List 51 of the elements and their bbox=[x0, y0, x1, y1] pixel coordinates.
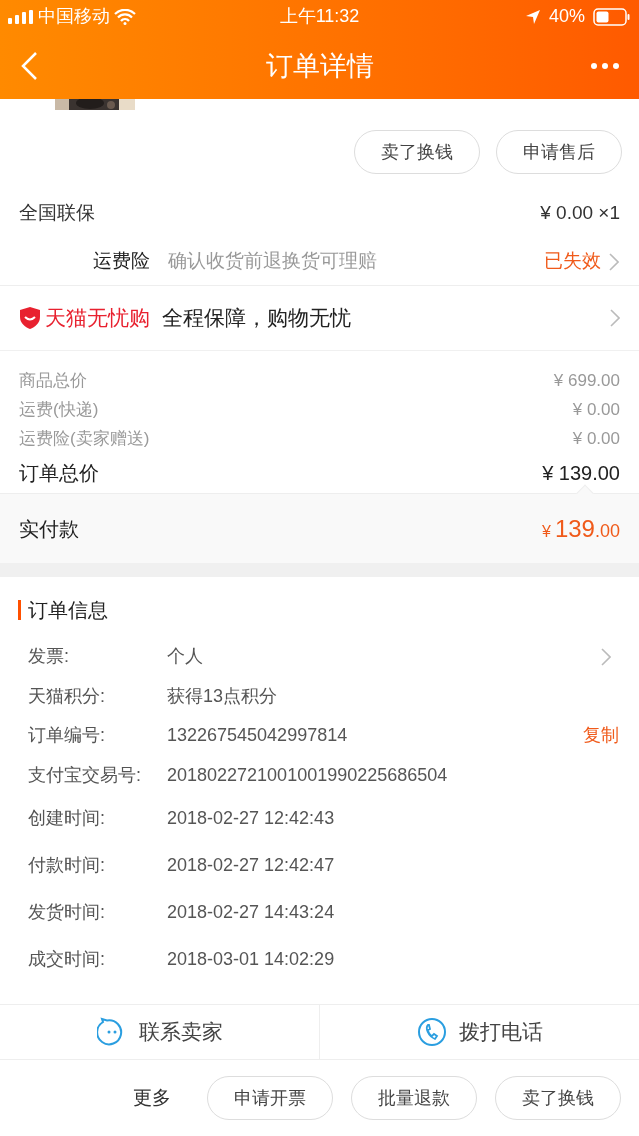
price-value: ¥ 0.00 bbox=[572, 398, 620, 421]
guarantee-slogan: 全程保障，购物无忧 bbox=[162, 305, 352, 332]
info-label: 创建时间: bbox=[28, 807, 106, 830]
copy-button[interactable]: 复制 bbox=[583, 722, 619, 750]
phone-icon bbox=[416, 1017, 447, 1047]
contact-button[interactable]: 联系卖家 bbox=[0, 1005, 319, 1059]
warranty-price: ¥ 0.00 ×1 bbox=[540, 200, 620, 225]
location-arrow-icon bbox=[525, 8, 541, 25]
insurance-status: 已失效 bbox=[544, 249, 601, 274]
info-label: 发票: bbox=[28, 645, 70, 669]
info-label: 付款时间: bbox=[28, 854, 106, 877]
shield-icon bbox=[19, 306, 41, 330]
info-value: 2018022721001001990225686504 bbox=[167, 763, 449, 787]
info-label: 支付宝交易号: bbox=[28, 763, 142, 787]
info-label: 订单编号: bbox=[28, 724, 106, 748]
paid-label: 实付款 bbox=[19, 516, 79, 542]
clock-time: 上午11:32 bbox=[278, 5, 361, 28]
wifi-icon bbox=[114, 8, 136, 25]
info-value: 132267545042997814 bbox=[167, 724, 349, 748]
battery-percent: 40% bbox=[549, 5, 585, 28]
signal-icon bbox=[8, 9, 34, 24]
info-value: 获得13点积分 bbox=[167, 684, 279, 708]
section-title: 订单信息 bbox=[28, 598, 108, 623]
info-label: 成交时间: bbox=[28, 948, 106, 971]
brand-name: 天猫无忧购 bbox=[45, 305, 150, 332]
price-label: 商品总价 bbox=[19, 369, 87, 392]
more-label: 更多 bbox=[133, 1085, 171, 1110]
warranty-label: 全国联保 bbox=[19, 200, 95, 225]
info-value: 2018-02-27 12:42:43 bbox=[167, 807, 336, 830]
info-label: 发货时间: bbox=[28, 901, 106, 924]
total-value: ¥ 139.00 bbox=[542, 461, 620, 486]
price-value: ¥ 699.00 bbox=[553, 369, 620, 392]
chevron-right-icon bbox=[609, 252, 619, 271]
battery-icon bbox=[593, 7, 631, 26]
chevron-right-icon bbox=[610, 309, 620, 327]
insurance-label: 运费险 bbox=[93, 249, 150, 274]
price-label: 运费险(卖家赠送) bbox=[19, 427, 150, 450]
info-value: 2018-02-27 12:42:47 bbox=[167, 854, 336, 877]
carrier-name: 中国移动 bbox=[38, 5, 110, 28]
info-value: 2018-03-01 14:02:29 bbox=[167, 948, 336, 971]
info-label: 天猫积分: bbox=[28, 684, 106, 708]
chevron-right-icon bbox=[601, 647, 611, 666]
price-label: 运费(快递) bbox=[19, 398, 99, 421]
info-value: 个人 bbox=[167, 645, 204, 669]
price-value: ¥ 0.00 bbox=[572, 427, 620, 450]
info-value: 2018-02-27 14:43:24 bbox=[167, 901, 336, 924]
contact-button[interactable]: 拨打电话 bbox=[319, 1005, 639, 1059]
page-title: 订单详情 bbox=[264, 49, 375, 83]
insurance-description: 确认收货前退换货可理赔 bbox=[168, 249, 378, 274]
paid-amount: ¥ 139.00 bbox=[542, 513, 620, 544]
total-label: 订单总价 bbox=[19, 461, 99, 486]
